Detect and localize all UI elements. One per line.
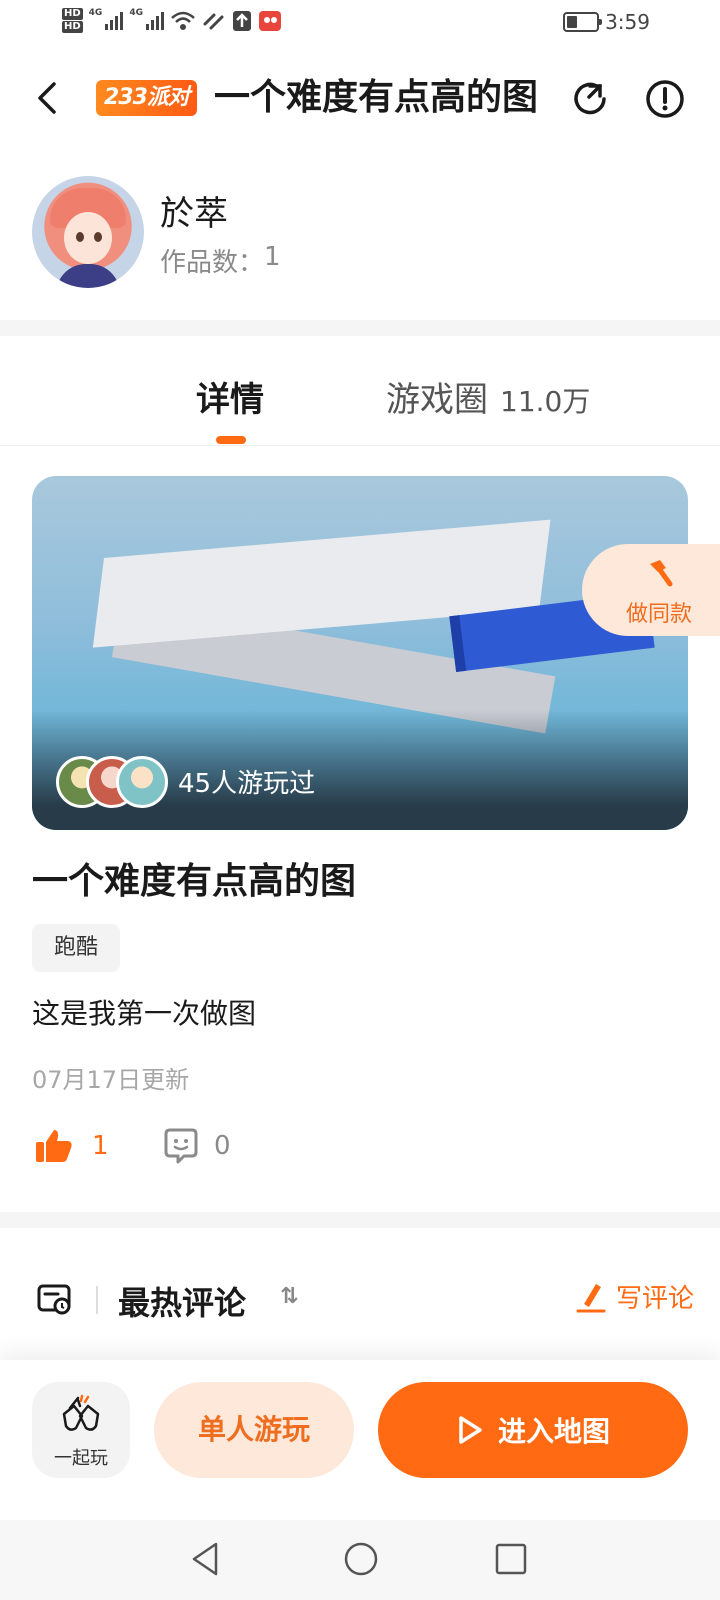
works-count: 1 bbox=[264, 242, 281, 272]
play-together-button[interactable]: 一起玩 bbox=[32, 1382, 130, 1478]
active-tab-indicator bbox=[216, 436, 246, 444]
upload-icon bbox=[232, 10, 251, 31]
sort-toggle-icon[interactable]: ⇅ bbox=[280, 1284, 298, 1309]
link-icon bbox=[203, 13, 224, 29]
hammer-icon bbox=[650, 560, 673, 587]
app-notification-icon bbox=[258, 10, 281, 31]
enter-map-label: 进入地图 bbox=[497, 1415, 610, 1448]
signal-icon bbox=[145, 11, 164, 30]
network-type-2: 4G bbox=[129, 8, 143, 18]
comments-title: 最热评论 bbox=[118, 1284, 247, 1322]
comment-count: 0 bbox=[214, 1131, 231, 1161]
write-comment-label: 写评论 bbox=[616, 1284, 695, 1314]
game-tag[interactable]: 跑酷 bbox=[32, 924, 121, 972]
comments-section-icon bbox=[37, 1284, 71, 1315]
like-button[interactable]: 1 bbox=[34, 1128, 109, 1164]
game-title: 一个难度有点高的图 bbox=[32, 861, 357, 902]
enter-map-button[interactable]: 进入地图 bbox=[378, 1382, 688, 1478]
write-comment-button[interactable]: 写评论 bbox=[574, 1278, 694, 1315]
clock: 3:59 bbox=[605, 10, 650, 34]
hd-icons: HD HD bbox=[62, 8, 83, 33]
play-together-label: 一起玩 bbox=[54, 1448, 108, 1469]
author-works: 作品数： 1 bbox=[160, 242, 281, 279]
tab-game-circle-label: 游戏圈 bbox=[386, 380, 488, 420]
wifi-icon bbox=[171, 11, 195, 30]
report-icon[interactable] bbox=[642, 76, 688, 122]
pen-icon bbox=[576, 1283, 606, 1312]
back-arrow-icon[interactable] bbox=[28, 78, 68, 118]
battery-fill bbox=[567, 16, 577, 28]
hd-icon: HD bbox=[62, 21, 83, 33]
make-same-label: 做同款 bbox=[626, 602, 693, 627]
status-left: HD HD 4G 4G bbox=[62, 8, 282, 33]
author-section[interactable]: 於萃 作品数： 1 bbox=[0, 172, 720, 292]
tab-bar: 详情 游戏圈 11.0万 bbox=[0, 336, 720, 446]
tab-game-circle-count: 11.0万 bbox=[500, 385, 591, 418]
update-date: 07月17日更新 bbox=[32, 1066, 190, 1094]
header-divider bbox=[96, 1286, 98, 1314]
player-avatar bbox=[116, 756, 168, 808]
thumbs-up-icon bbox=[36, 1130, 72, 1162]
tab-details[interactable]: 详情 bbox=[196, 372, 264, 421]
network-type-1: 4G bbox=[88, 8, 103, 18]
nav-home-icon[interactable] bbox=[342, 1540, 380, 1578]
section-divider bbox=[0, 1212, 720, 1228]
share-icon[interactable] bbox=[568, 76, 614, 122]
battery-icon bbox=[563, 12, 603, 32]
signal-icon bbox=[105, 11, 124, 30]
author-name[interactable]: 於萃 bbox=[160, 186, 228, 235]
comments-header: 最热评论 ⇅ 写评论 bbox=[0, 1262, 720, 1342]
author-avatar[interactable] bbox=[32, 176, 144, 288]
section-divider bbox=[0, 320, 720, 336]
game-cover-image[interactable]: 45人游玩过 bbox=[32, 476, 688, 830]
bottom-action-bar: 一起玩 单人游玩 进入地图 bbox=[0, 1360, 720, 1520]
game-description: 这是我第一次做图 bbox=[32, 997, 257, 1030]
brand-badge: 233派对 bbox=[96, 80, 197, 116]
tab-game-circle[interactable]: 游戏圈 11.0万 bbox=[386, 372, 590, 421]
player-avatars bbox=[56, 756, 168, 808]
comment-icon bbox=[164, 1128, 198, 1164]
play-icon bbox=[459, 1416, 482, 1444]
solo-play-button[interactable]: 单人游玩 bbox=[154, 1382, 354, 1478]
works-label: 作品数： bbox=[160, 248, 265, 278]
clap-hands-icon bbox=[62, 1394, 100, 1431]
header: 233派对 一个难度有点高的图 bbox=[0, 58, 720, 138]
nav-recent-apps-icon[interactable] bbox=[494, 1542, 528, 1576]
page-title: 一个难度有点高的图 bbox=[214, 77, 539, 118]
like-count: 1 bbox=[92, 1131, 109, 1161]
system-nav-bar bbox=[0, 1520, 720, 1600]
status-right: 3:59 bbox=[563, 10, 650, 34]
hd-icon: HD bbox=[62, 8, 83, 20]
make-same-button[interactable]: 做同款 bbox=[582, 544, 720, 636]
comment-button[interactable]: 0 bbox=[164, 1128, 231, 1164]
status-bar: HD HD 4G 4G 3:59 bbox=[0, 0, 720, 48]
played-count: 45人游玩过 bbox=[178, 769, 316, 799]
nav-back-icon[interactable] bbox=[188, 1540, 224, 1578]
